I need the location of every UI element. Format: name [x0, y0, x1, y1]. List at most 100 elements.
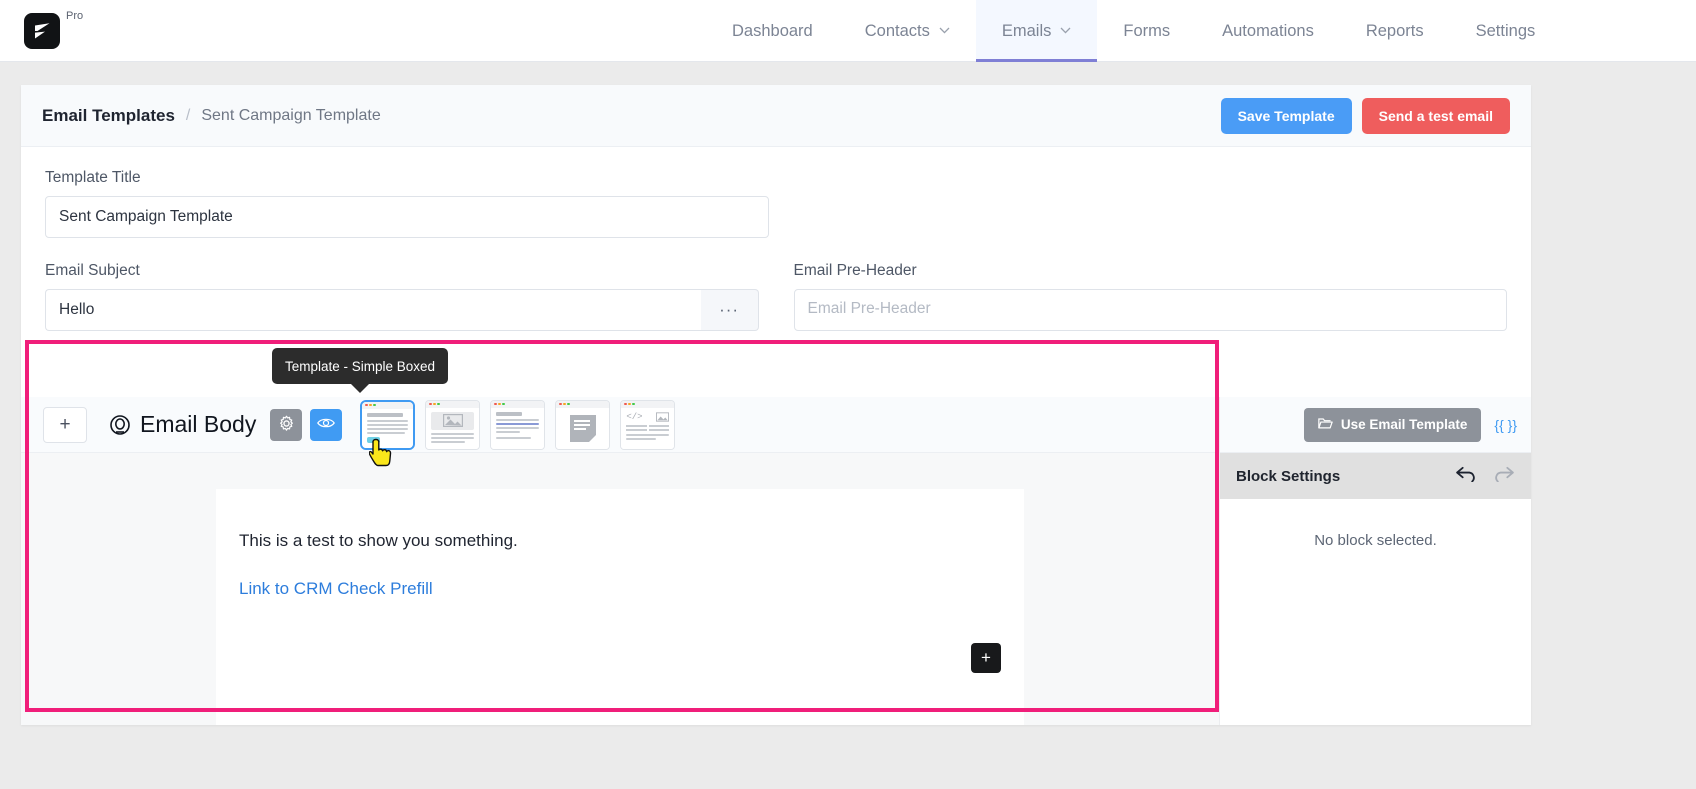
no-block-selected-message: No block selected. [1314, 532, 1437, 549]
breadcrumb-root[interactable]: Email Templates [42, 106, 175, 126]
template-thumb-plain-lines[interactable] [490, 399, 546, 450]
thumb-titlebar [491, 400, 545, 408]
nav-item-reports[interactable]: Reports [1340, 0, 1450, 62]
nav-item-dashboard[interactable]: Dashboard [706, 0, 839, 62]
nav-label: Settings [1475, 21, 1536, 40]
save-template-button[interactable]: Save Template [1220, 97, 1352, 134]
template-title-label: Template Title [45, 169, 141, 186]
template-thumb-image-header[interactable] [425, 399, 481, 450]
breadcrumb-current: Sent Campaign Template [201, 106, 381, 124]
template-form: Template Title Email Subject ··· Email P… [21, 147, 1531, 336]
gear-icon [278, 415, 295, 435]
history-controls [1455, 465, 1515, 487]
chevron-down-icon [1060, 26, 1071, 37]
thumb-preview [426, 407, 480, 449]
nav-item-automations[interactable]: Automations [1196, 0, 1340, 62]
thumb-titlebar [621, 400, 675, 408]
chevron-down-icon [939, 26, 950, 37]
thumb-dot-yellow [563, 402, 566, 406]
nav-label: Emails [1001, 21, 1052, 40]
email-body-toolbar: + Email Body </> [21, 397, 1219, 453]
builder-canvas-column: + Email Body </> This is a test to show … [21, 397, 1219, 725]
note-icon [569, 415, 596, 442]
template-title-input[interactable] [45, 196, 769, 238]
thumb-titlebar [426, 400, 480, 408]
brand-pro-badge: Pro [66, 9, 84, 22]
brand-logo[interactable]: Pro [24, 9, 84, 49]
thumb-dot-green [437, 402, 440, 406]
nav-label: Dashboard [732, 21, 813, 40]
preview-add-block-button[interactable]: + [971, 643, 1001, 673]
image-icon [656, 411, 670, 422]
nav-item-settings[interactable]: Settings [1450, 0, 1562, 62]
email-preheader-input[interactable] [793, 289, 1507, 331]
thumb-dot-yellow [433, 402, 436, 406]
folder-icon [1318, 417, 1333, 432]
image-icon [442, 414, 463, 427]
nav-label: Contacts [864, 21, 930, 40]
thumb-dot-yellow [498, 402, 501, 406]
template-thumb-raw-html[interactable]: </> [620, 399, 676, 450]
nav-item-emails[interactable]: Emails [975, 0, 1098, 62]
thumb-preview: </> [621, 407, 675, 449]
block-settings-gear-button[interactable] [270, 408, 303, 441]
smartcode-button[interactable]: {{ }} [1494, 417, 1517, 433]
send-test-email-button[interactable]: Send a test email [1361, 97, 1510, 134]
header-actions: Save Template Send a test email [1220, 97, 1510, 134]
thumb-dot-yellow [628, 402, 631, 406]
target-icon [109, 414, 131, 436]
email-preheader-label: Email Pre-Header [793, 262, 917, 279]
top-navigation-bar: Pro Dashboard Contacts Emails Forms Auto… [0, 0, 1696, 62]
email-link[interactable]: Link to CRM Check Prefill [239, 579, 1001, 599]
email-preheader-group: Email Pre-Header [793, 262, 1507, 336]
panel-toolbar: Use Email Template {{ }} [1220, 397, 1531, 453]
fluentcrm-logo-icon [24, 12, 60, 49]
nav-item-contacts[interactable]: Contacts [839, 0, 976, 62]
thumb-dot-green [567, 402, 570, 406]
redo-arrow-icon[interactable] [1492, 465, 1515, 487]
email-subject-label: Email Subject [45, 262, 140, 279]
email-subject-input[interactable] [45, 289, 701, 331]
thumb-dot-red [365, 403, 368, 407]
undo-arrow-icon[interactable] [1455, 465, 1478, 487]
block-settings-panel: Use Email Template {{ }} Block Settings [1219, 397, 1531, 725]
subject-preheader-row: Email Subject ··· Email Pre-Header [45, 262, 1507, 336]
nav-label: Automations [1222, 21, 1314, 40]
thumb-dot-green [632, 402, 635, 406]
template-thumbnail-list: </> [360, 399, 676, 450]
thumb-dot-red [429, 402, 432, 406]
primary-nav: Dashboard Contacts Emails Forms Automati… [706, 0, 1561, 62]
thumb-dot-yellow [369, 403, 372, 407]
email-builder: + Email Body </> This is a test to show … [21, 397, 1531, 725]
use-email-template-label: Use Email Template [1340, 417, 1468, 432]
nav-item-forms[interactable]: Forms [1097, 0, 1196, 62]
thumb-preview [556, 407, 610, 449]
thumb-dot-green [373, 403, 376, 407]
nav-label: Reports [1365, 21, 1424, 40]
thumb-dot-green [502, 402, 505, 406]
template-tooltip: Template - Simple Boxed [272, 348, 448, 384]
thumb-titlebar [556, 400, 610, 408]
thumb-dot-red [559, 402, 562, 406]
thumb-titlebar [362, 401, 414, 409]
nav-label: Forms [1123, 21, 1171, 40]
template-thumb-simple-boxed[interactable] [360, 399, 416, 450]
thumb-dot-red [494, 402, 497, 406]
template-thumb-note-card[interactable] [555, 399, 611, 450]
email-subject-group: Email Subject ··· [45, 262, 759, 336]
block-settings-header: Block Settings [1220, 453, 1531, 499]
use-email-template-button[interactable]: Use Email Template [1303, 407, 1482, 442]
email-content-sheet[interactable]: This is a test to show you something. Li… [216, 489, 1024, 725]
thumb-preview [362, 408, 414, 448]
thumb-dot-red [624, 402, 627, 406]
block-settings-title: Block Settings [1236, 467, 1341, 485]
subject-more-options-button[interactable]: ··· [700, 289, 759, 331]
thumb-preview [491, 407, 545, 449]
email-paragraph: This is a test to show you something. [239, 531, 518, 550]
code-icon: </> [626, 411, 643, 422]
eye-icon [317, 416, 336, 433]
email-preview-canvas: This is a test to show you something. Li… [21, 453, 1219, 725]
add-block-button[interactable]: + [43, 406, 87, 443]
email-body-title: Email Body [140, 411, 257, 437]
preview-eye-button[interactable] [310, 408, 343, 441]
